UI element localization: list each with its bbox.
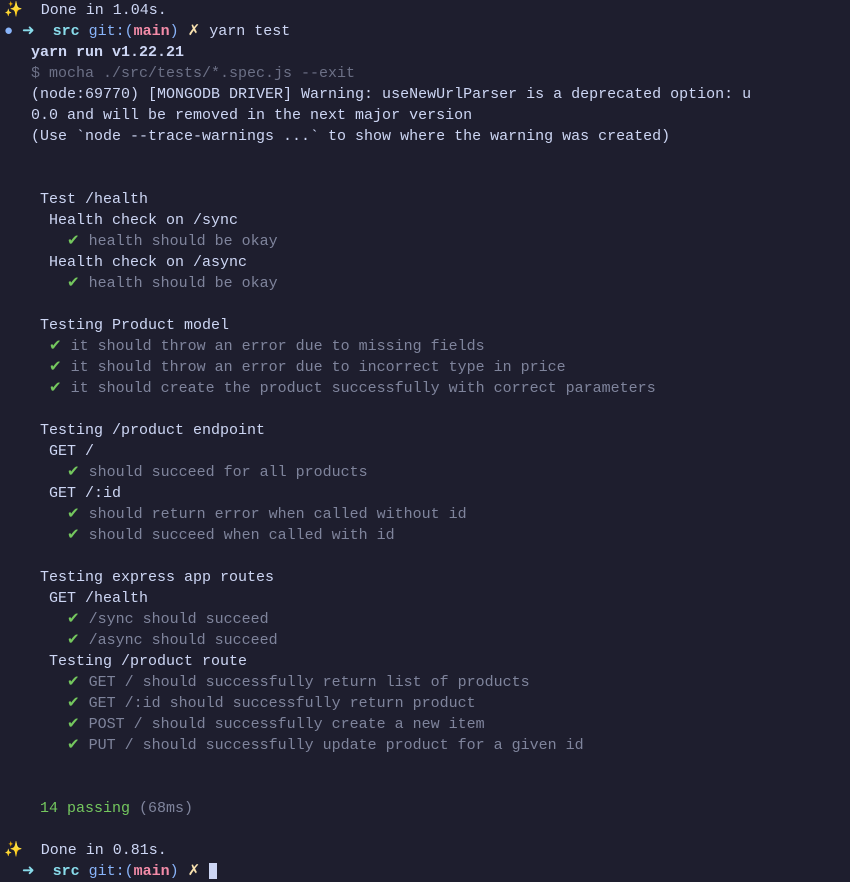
check-icon: ✔ xyxy=(67,674,80,691)
summary-line: 14 passing (68ms) xyxy=(4,798,850,819)
check-icon: ✔ xyxy=(49,359,62,376)
check-icon: ✔ xyxy=(67,527,80,544)
done-line-2: ✨ Done in 0.81s. xyxy=(4,840,850,861)
test-result: ✔ should succeed when called with id xyxy=(4,525,850,546)
check-icon: ✔ xyxy=(67,464,80,481)
dirty-x-icon: ✗ xyxy=(179,23,201,40)
suite-title: Testing Product model xyxy=(4,315,850,336)
test-result: ✔ it should create the product successfu… xyxy=(4,378,850,399)
check-icon: ✔ xyxy=(67,611,80,628)
cwd: src xyxy=(44,23,80,40)
test-result: ✔ should return error when called withou… xyxy=(4,504,850,525)
sparkle-icon: ✨ xyxy=(4,842,23,859)
test-result: ✔ /async should succeed xyxy=(4,630,850,651)
command-input[interactable]: yarn test xyxy=(200,23,290,40)
context-title: Health check on /sync xyxy=(4,210,850,231)
test-result: ✔ should succeed for all products xyxy=(4,462,850,483)
suite-title: Test /health xyxy=(4,189,850,210)
git-branch: main xyxy=(134,863,170,880)
check-icon: ✔ xyxy=(67,695,80,712)
test-result: ✔ /sync should succeed xyxy=(4,609,850,630)
dirty-dot-icon: ● xyxy=(4,23,13,40)
check-icon: ✔ xyxy=(49,380,62,397)
context-title: GET /:id xyxy=(4,483,850,504)
done-line-1: ✨ Done in 1.04s. xyxy=(4,0,850,21)
context-title: Testing /product route xyxy=(4,651,850,672)
check-icon: ✔ xyxy=(67,275,80,292)
mocha-command: $ mocha ./src/tests/*.spec.js --exit xyxy=(4,63,850,84)
prompt-arrow-icon: ➜ xyxy=(13,23,44,40)
test-result: ✔ GET /:id should successfully return pr… xyxy=(4,693,850,714)
check-icon: ✔ xyxy=(67,506,80,523)
context-title: Health check on /async xyxy=(4,252,850,273)
prompt-line-2[interactable]: ● ➜ src git:(main) ✗ xyxy=(4,861,850,882)
check-icon: ✔ xyxy=(67,716,80,733)
test-result: ✔ POST / should successfully create a ne… xyxy=(4,714,850,735)
prompt-arrow-icon: ➜ xyxy=(13,863,44,880)
context-title: GET / xyxy=(4,441,850,462)
test-result: ✔ PUT / should successfully update produ… xyxy=(4,735,850,756)
suite-title: Testing express app routes xyxy=(4,567,850,588)
check-icon: ✔ xyxy=(49,338,62,355)
prompt-line-1[interactable]: ● ➜ src git:(main) ✗ yarn test xyxy=(4,21,850,42)
context-title: GET /health xyxy=(4,588,850,609)
suite-title: Testing /product endpoint xyxy=(4,420,850,441)
sparkle-icon: ✨ xyxy=(4,2,23,19)
warning-line-1: (node:69770) [MONGODB DRIVER] Warning: u… xyxy=(4,84,850,105)
test-result: ✔ health should be okay xyxy=(4,273,850,294)
check-icon: ✔ xyxy=(67,737,80,754)
check-icon: ✔ xyxy=(67,233,80,250)
warning-line-3: (Use `node --trace-warnings ...` to show… xyxy=(4,126,850,147)
cwd: src xyxy=(44,863,80,880)
test-result: ✔ GET / should successfully return list … xyxy=(4,672,850,693)
test-result: ✔ it should throw an error due to incorr… xyxy=(4,357,850,378)
test-result: ✔ it should throw an error due to missin… xyxy=(4,336,850,357)
cursor-icon[interactable] xyxy=(209,863,217,879)
git-branch: main xyxy=(134,23,170,40)
warning-line-2: 0.0 and will be removed in the next majo… xyxy=(4,105,850,126)
check-icon: ✔ xyxy=(67,632,80,649)
yarn-run-header: yarn run v1.22.21 xyxy=(4,42,850,63)
test-result: ✔ health should be okay xyxy=(4,231,850,252)
dirty-x-icon: ✗ xyxy=(179,863,201,880)
